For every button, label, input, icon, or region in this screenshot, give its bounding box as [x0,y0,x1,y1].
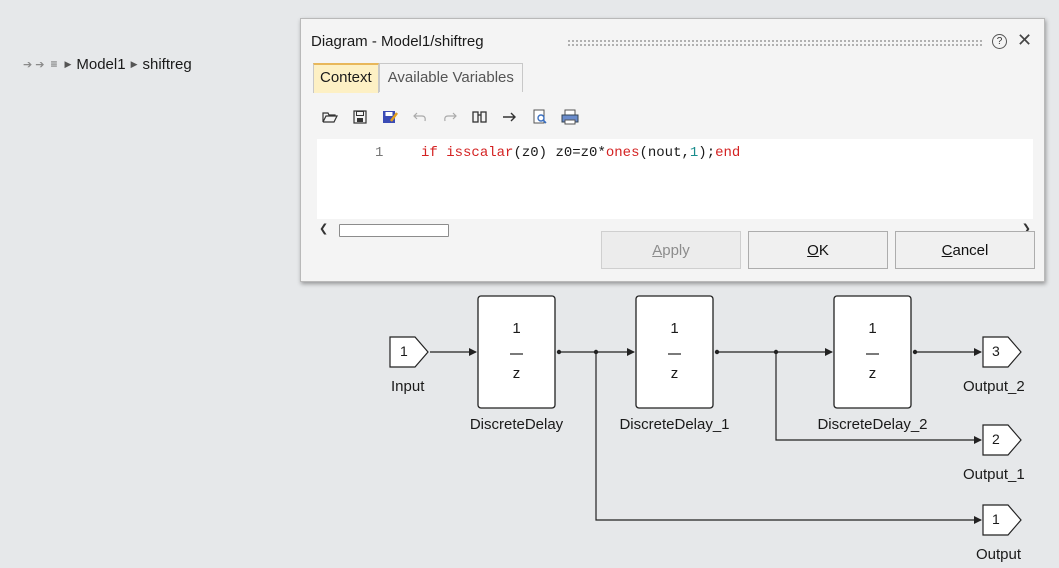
dialog-title: Diagram - Model1/shiftreg [311,33,484,50]
keyword-end: end [715,145,741,161]
discrete-delay-block-shape [477,295,556,409]
scroll-thumb[interactable] [339,224,449,237]
apply-button-label: pply [662,242,690,259]
goto-icon[interactable] [499,107,521,127]
output-1-port-shape [982,424,1022,456]
block-denominator: z [670,365,679,382]
print-preview-icon[interactable] [529,107,551,127]
block-numerator: 1 [868,320,877,337]
code-line[interactable]: if isscalar(z0) z0=z0*ones(nout,1);end [421,145,740,161]
line-number: 1 [375,145,384,161]
block-numerator: 1 [512,320,521,337]
editor-toolbar [319,106,589,128]
output-1-port-number: 2 [992,431,1000,447]
tab-context[interactable]: Context [313,63,379,93]
apply-button-mnemonic: A [652,242,663,259]
keyword-if: if [421,145,438,161]
open-folder-icon[interactable] [319,107,341,127]
block-denominator: z [512,365,521,382]
output-label[interactable]: Output [976,546,1021,563]
input-port-shape [389,336,429,368]
cancel-button-mnemonic: C [941,242,953,259]
function-isscalar: isscalar [446,145,514,161]
block-denominator: z [868,365,877,382]
discrete-delay-2-label[interactable]: DiscreteDelay_2 [794,416,951,433]
ok-button[interactable]: OK [748,231,888,269]
function-ones: ones [605,145,640,161]
input-label[interactable]: Input [391,378,424,395]
tab-available-variables[interactable]: Available Variables [378,63,523,92]
drag-handle[interactable] [567,39,983,47]
cancel-button[interactable]: Cancel [895,231,1035,269]
scroll-left-icon[interactable]: ❮ [319,222,328,235]
output-port-shape [982,504,1022,536]
output-2-port-number: 3 [992,343,1000,359]
code-text: ); [698,145,716,161]
code-text: (nout, [639,145,690,161]
output-port-number: 1 [992,511,1000,527]
undo-icon[interactable] [409,107,431,127]
redo-icon[interactable] [439,107,461,127]
input-port-number: 1 [400,343,408,359]
discrete-delay-1-label[interactable]: DiscreteDelay_1 [598,416,751,433]
discrete-delay-label[interactable]: DiscreteDelay [448,416,585,433]
context-dialog: Diagram - Model1/shiftreg ? ✕ Context Av… [300,18,1045,282]
discrete-delay-1-block-shape [635,295,714,409]
ok-button-mnemonic: O [807,242,819,259]
discrete-delay-2-block-shape [833,295,912,409]
apply-button[interactable]: Apply [601,231,741,269]
ok-button-label: K [818,242,829,259]
output-1-label[interactable]: Output_1 [963,466,1025,483]
close-icon[interactable]: ✕ [1017,30,1032,51]
dialog-tabs: Context Available Variables [313,63,523,93]
save-icon[interactable] [349,107,371,127]
code-editor[interactable]: 1 if isscalar(z0) z0=z0*ones(nout,1);end [317,139,1033,219]
print-icon[interactable] [559,107,581,127]
output-2-label[interactable]: Output_2 [963,378,1025,395]
code-text: (z0) z0=z0* [513,145,606,161]
find-icon[interactable] [469,107,491,127]
output-2-port-shape [982,336,1022,368]
cancel-button-label: ancel [952,242,989,259]
question-circle-icon[interactable]: ? [992,34,1007,49]
save-as-icon[interactable] [379,107,401,127]
block-numerator: 1 [670,320,679,337]
